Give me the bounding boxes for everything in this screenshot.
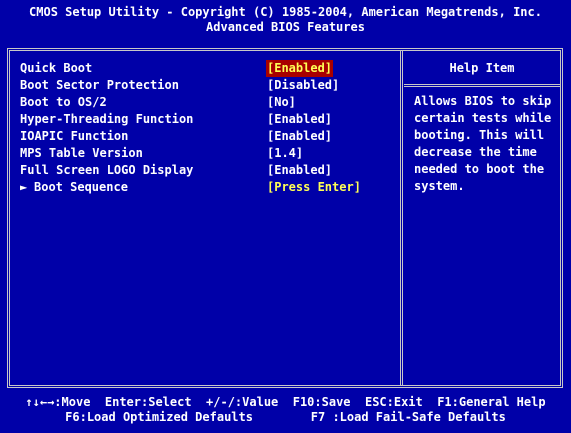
help-line: booting. This will [414, 128, 545, 142]
setting-label: ► Boot Sequence [20, 179, 128, 196]
setting-mps-table-version[interactable]: MPS Table Version [1.4] [20, 145, 395, 162]
setting-label: IOAPIC Function [20, 129, 129, 143]
setting-label: Quick Boot [20, 61, 93, 75]
submenu-enter-button[interactable]: [Press Enter] [267, 179, 361, 196]
help-line: Allows BIOS to skip [414, 94, 552, 108]
key-legend: ↑↓←→:Move Enter:Select +/-/:Value F10:Sa… [0, 395, 571, 433]
setting-label-text: Boot Sequence [34, 180, 128, 194]
setting-quick-boot[interactable]: Quick Boot [Enabled] [20, 60, 395, 77]
key-legend-line-2: F6:Load Optimized Defaults F7 :Load Fail… [65, 410, 506, 424]
help-panel: Help Item Allows BIOS to skip certain te… [404, 51, 560, 385]
help-title: Help Item [449, 61, 515, 75]
setting-value[interactable]: [Enabled] [267, 128, 332, 145]
help-text: Allows BIOS to skip certain tests while … [414, 93, 559, 195]
setting-label: Boot to OS/2 [20, 95, 107, 109]
setting-full-screen-logo[interactable]: Full Screen LOGO Display [Enabled] [20, 162, 395, 179]
setting-boot-sequence[interactable]: ► Boot Sequence [Press Enter] [20, 179, 395, 196]
help-line: certain tests while [414, 111, 552, 125]
help-line: needed to boot the [414, 162, 545, 176]
setting-value[interactable]: [No] [267, 94, 296, 111]
setting-boot-to-os2[interactable]: Boot to OS/2 [No] [20, 94, 395, 111]
panel-divider [400, 51, 403, 385]
setting-value[interactable]: [Disabled] [267, 77, 339, 94]
help-line: decrease the time [414, 145, 537, 159]
setting-ioapic[interactable]: IOAPIC Function [Enabled] [20, 128, 395, 145]
setting-boot-sector-protection[interactable]: Boot Sector Protection [Disabled] [20, 77, 395, 94]
setting-value[interactable]: [1.4] [267, 145, 303, 162]
setting-label: Boot Sector Protection [20, 78, 179, 92]
setting-label: Full Screen LOGO Display [20, 163, 194, 177]
header: CMOS Setup Utility - Copyright (C) 1985-… [0, 0, 571, 42]
main-panel: Quick Boot [Enabled] Boot Sector Protect… [7, 48, 563, 388]
setting-value[interactable]: [Enabled] [267, 111, 332, 128]
setting-value-selected[interactable]: [Enabled] [266, 60, 334, 77]
key-legend-line-1: ↑↓←→:Move Enter:Select +/-/:Value F10:Sa… [25, 395, 546, 409]
submenu-arrow-icon: ► [20, 180, 28, 194]
help-line: system. [414, 179, 465, 193]
setting-value[interactable]: [Enabled] [267, 162, 332, 179]
settings-list: Quick Boot [Enabled] Boot Sector Protect… [20, 60, 395, 196]
setting-label: Hyper-Threading Function [20, 112, 194, 126]
help-separator [404, 84, 560, 87]
setting-label: MPS Table Version [20, 146, 143, 160]
page-title: Advanced BIOS Features [206, 20, 365, 34]
setting-hyper-threading[interactable]: Hyper-Threading Function [Enabled] [20, 111, 395, 128]
utility-title: CMOS Setup Utility - Copyright (C) 1985-… [29, 5, 542, 19]
